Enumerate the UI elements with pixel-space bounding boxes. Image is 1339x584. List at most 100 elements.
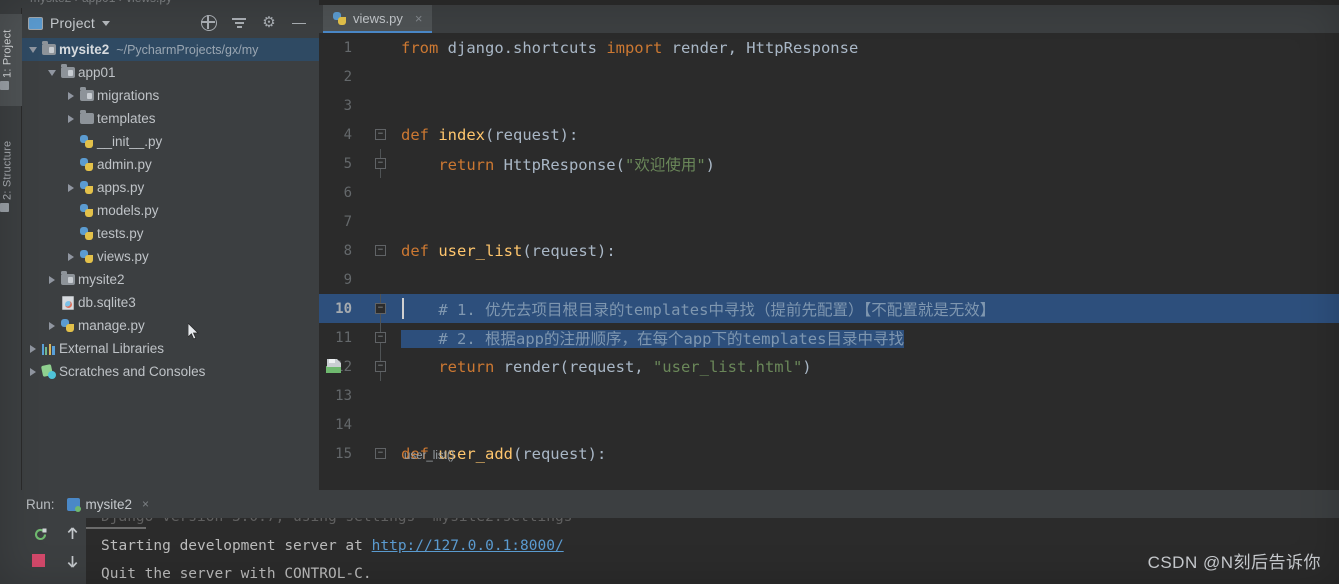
tree-item-icon xyxy=(78,227,95,241)
collapse-all-icon[interactable] xyxy=(231,15,247,31)
editor-gutter[interactable]: − xyxy=(361,294,401,323)
editor-gutter[interactable]: − xyxy=(361,439,401,468)
tree-item-templates[interactable]: templates xyxy=(22,107,319,130)
tree-item-mysite2[interactable]: mysite2 xyxy=(22,268,319,291)
code-token: from xyxy=(401,38,448,57)
code-editor[interactable]: 1 from django.shortcuts import render, Ht… xyxy=(319,33,1339,490)
expand-arrow-icon[interactable] xyxy=(45,321,59,330)
fold-collapse-icon[interactable]: − xyxy=(375,448,386,459)
editor-gutter[interactable] xyxy=(361,381,401,410)
locate-icon[interactable] xyxy=(201,15,217,31)
project-panel-title-box[interactable]: Project xyxy=(28,15,110,31)
tree-item-mysite2[interactable]: mysite2 ~/PycharmProjects/gx/my xyxy=(22,38,319,61)
expand-arrow-icon[interactable] xyxy=(26,367,40,376)
expand-arrow-icon[interactable] xyxy=(64,183,78,192)
tree-item-tests-py[interactable]: tests.py xyxy=(22,222,319,245)
code-structure-breadcrumb: user_list() xyxy=(404,450,455,462)
code-line[interactable]: 3 xyxy=(319,91,1339,120)
run-tool-window: Run: mysite2 × Starting development serv… xyxy=(0,490,1339,584)
tree-item-manage-py[interactable]: manage.py xyxy=(22,314,319,337)
code-line[interactable]: 8 − def user_list(request): xyxy=(319,236,1339,265)
tree-item-icon xyxy=(59,295,76,310)
line-number: 9 xyxy=(343,271,352,288)
run-config-icon xyxy=(66,497,81,512)
editor-gutter[interactable] xyxy=(361,265,401,294)
code-token: "user_list.html" xyxy=(652,357,803,376)
scroll-up-button[interactable] xyxy=(64,525,81,542)
editor-gutter[interactable] xyxy=(361,207,401,236)
close-icon[interactable]: × xyxy=(142,497,149,511)
fold-collapse-icon[interactable]: − xyxy=(375,245,386,256)
code-line[interactable]: 4 − def index(request): xyxy=(319,120,1339,149)
collapse-arrow-icon[interactable] xyxy=(26,46,40,53)
code-line[interactable]: 9 xyxy=(319,265,1339,294)
tool-tab-structure[interactable]: 2: Structure xyxy=(0,124,22,228)
expand-arrow-icon[interactable] xyxy=(45,275,59,284)
close-icon[interactable]: × xyxy=(415,11,423,26)
tree-item-views-py[interactable]: views.py xyxy=(22,245,319,268)
code-token: HttpResponse( xyxy=(503,155,625,174)
tree-item-models-py[interactable]: models.py xyxy=(22,199,319,222)
watermark: CSDN @N刻后告诉你 xyxy=(1147,553,1321,572)
code-line[interactable]: 13 xyxy=(319,381,1339,410)
code-line[interactable]: 12− return render(request, "user_list.ht… xyxy=(319,352,1339,381)
editor-gutter[interactable]: − xyxy=(361,120,401,149)
tree-item-migrations[interactable]: migrations xyxy=(22,84,319,107)
fold-end-icon[interactable]: − xyxy=(375,158,386,169)
stop-button[interactable] xyxy=(32,554,45,567)
fold-end-icon[interactable]: − xyxy=(375,361,386,372)
code-line[interactable]: 11 − # 2. 根据app的注册顺序，在每个app下的templates目录中… xyxy=(319,323,1339,352)
run-console[interactable]: Django version 3.0.7, using settings 'my… xyxy=(22,518,1339,584)
editor-gutter[interactable]: − xyxy=(361,149,401,178)
editor-tab-views-py[interactable]: views.py × xyxy=(323,5,433,33)
pycharm-window: mysite2 › app01 › views.py 1: Project 2:… xyxy=(0,0,1339,584)
scroll-down-button[interactable] xyxy=(64,553,81,570)
expand-arrow-icon[interactable] xyxy=(26,344,40,353)
code-line[interactable]: 6 xyxy=(319,178,1339,207)
expand-arrow-icon[interactable] xyxy=(64,252,78,261)
code-token: import xyxy=(606,38,672,57)
code-token: # 2. 根据app的注册顺序，在每个app下的templates目录中寻找 xyxy=(401,329,904,348)
fold-collapse-icon[interactable]: − xyxy=(375,129,386,140)
server-url-link[interactable]: http://127.0.0.1:8000/ xyxy=(372,538,564,554)
editor-gutter[interactable] xyxy=(361,178,401,207)
expand-arrow-icon[interactable] xyxy=(64,114,78,123)
line-number: 15 xyxy=(335,445,352,462)
settings-gear-icon[interactable]: ⚙ xyxy=(261,15,277,31)
editor-gutter[interactable]: − xyxy=(361,323,401,352)
run-configuration-tab[interactable]: mysite2 × xyxy=(66,497,149,512)
editor-gutter[interactable] xyxy=(361,62,401,91)
code-line[interactable]: 10 − # 1. 优先去项目根目录的templates中寻找（提前先配置）【不配… xyxy=(319,294,1339,323)
code-line[interactable]: 1 from django.shortcuts import render, Ht… xyxy=(319,33,1339,62)
hide-icon[interactable] xyxy=(291,15,307,31)
fold-marker-icon[interactable]: − xyxy=(375,303,386,314)
rerun-button[interactable] xyxy=(32,526,49,543)
tree-item-apps-py[interactable]: apps.py xyxy=(22,176,319,199)
tree-item-scratches-and-consoles[interactable]: Scratches and Consoles xyxy=(22,360,319,383)
code-line[interactable]: 7 xyxy=(319,207,1339,236)
tree-item-app01[interactable]: app01 xyxy=(22,61,319,84)
editor-gutter[interactable] xyxy=(361,91,401,120)
python-file-icon xyxy=(79,135,94,149)
collapse-arrow-icon[interactable] xyxy=(45,69,59,76)
editor-gutter[interactable] xyxy=(361,33,401,62)
editor-gutter[interactable] xyxy=(361,410,401,439)
folder-icon xyxy=(79,87,94,101)
bookmark-icon[interactable] xyxy=(325,358,342,374)
fold-end-icon[interactable]: − xyxy=(375,332,386,343)
code-line[interactable]: 2 xyxy=(319,62,1339,91)
editor-gutter[interactable]: − xyxy=(361,236,401,265)
chevron-down-icon[interactable] xyxy=(101,20,110,26)
code-line[interactable]: 15 − def user_add(request): xyxy=(319,439,1339,468)
tree-item-init-py[interactable]: __init__.py xyxy=(22,130,319,153)
code-line[interactable]: 14 xyxy=(319,410,1339,439)
code-text: def user_add(request): xyxy=(401,445,1339,463)
tool-tab-project[interactable]: 1: Project xyxy=(0,14,22,106)
tree-item-external-libraries[interactable]: External Libraries xyxy=(22,337,319,360)
tree-item-label: tests.py xyxy=(97,226,144,241)
expand-arrow-icon[interactable] xyxy=(64,91,78,100)
tree-item-admin-py[interactable]: admin.py xyxy=(22,153,319,176)
editor-gutter[interactable]: − xyxy=(326,352,401,381)
code-line[interactable]: 5 − return HttpResponse("欢迎使用") xyxy=(319,149,1339,178)
tree-item-db-sqlite3[interactable]: db.sqlite3 xyxy=(22,291,319,314)
